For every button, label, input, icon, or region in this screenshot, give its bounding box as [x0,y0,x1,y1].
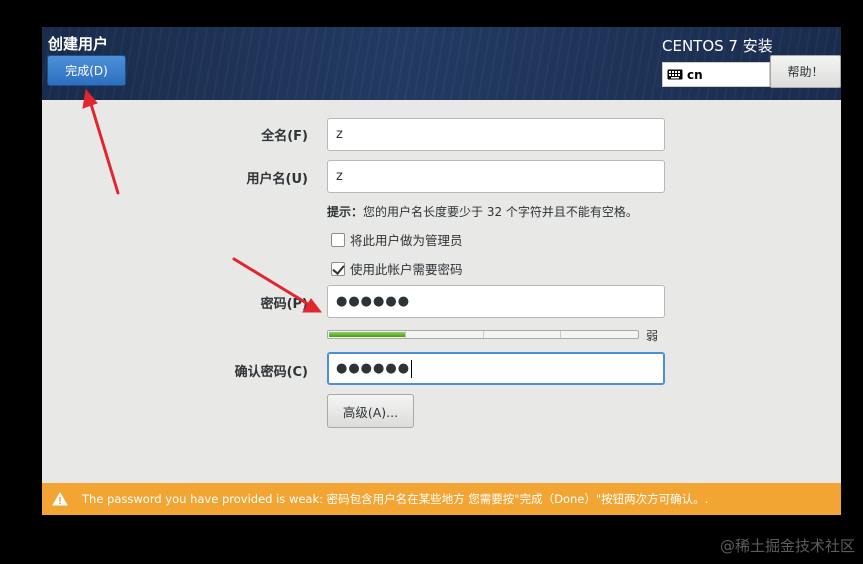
page-title: 创建用户 [48,35,109,53]
hint-prefix: 提示： [327,205,364,219]
require-password-checkbox-row[interactable]: 使用此帐户需要密码 [331,259,463,278]
admin-checkbox-label: 将此用户做为管理员 [350,233,463,248]
password-value: ●●●●●● [336,294,411,309]
confirm-password-label: 确认密码(C) [234,365,308,380]
username-value: z [336,169,343,184]
done-button[interactable]: 完成(D) [47,55,126,86]
confirm-password-value: ●●●●●● [336,361,411,376]
require-password-checkbox[interactable] [331,261,345,276]
warning-icon [52,492,68,506]
username-hint: 提示：您的用户名长度要少于 32 个字符并且不能有空格。 [327,203,638,220]
password-strength-label: 弱 [646,329,659,343]
text-caret [411,359,413,378]
fullname-value: z [336,127,343,142]
username-label: 用户名(U) [246,172,308,187]
keyboard-layout-label: cn [687,67,703,82]
strength-segment-divider [483,331,484,338]
password-label: 密码(P) [260,297,308,312]
help-button[interactable]: 帮助！ [770,55,841,88]
watermark: @稀土掘金技术社区 [719,537,855,555]
keyboard-layout-indicator[interactable]: cn [662,62,770,87]
keyboard-icon [667,69,683,80]
username-input[interactable]: z [327,160,665,193]
advanced-button[interactable]: 高级(A)... [327,394,414,428]
strength-segment-divider [405,331,406,338]
header-bar: 创建用户 完成(D) CENTOS 7 安装 cn 帮助！ [42,27,841,100]
strength-segment-divider [560,331,561,338]
password-strength-fill [329,332,405,337]
require-password-label: 使用此帐户需要密码 [350,262,463,277]
fullname-label: 全名(F) [261,129,308,144]
admin-checkbox-row[interactable]: 将此用户做为管理员 [331,230,463,249]
confirm-password-input[interactable]: ●●●●●● [327,352,665,385]
hint-text: 您的用户名长度要少于 32 个字符并且不能有空格。 [363,205,638,219]
password-strength-bar [327,330,639,339]
warning-bar: The password you have provided is weak: … [42,483,841,515]
password-input[interactable]: ●●●●●● [327,285,665,318]
fullname-input[interactable]: z [327,118,665,151]
warning-text: The password you have provided is weak: … [82,492,709,506]
admin-checkbox[interactable] [331,232,345,247]
create-user-window: 创建用户 完成(D) CENTOS 7 安装 cn 帮助！ 全名(F) z 用户… [42,27,841,515]
install-title: CENTOS 7 安装 [662,37,773,55]
